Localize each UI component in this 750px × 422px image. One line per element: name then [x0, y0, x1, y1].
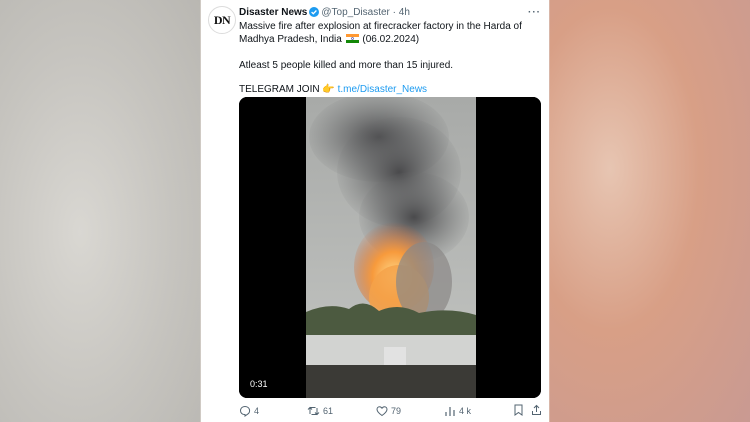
- video-duration: 0:31: [247, 378, 271, 390]
- tweet-date: (06.02.2024): [362, 34, 420, 45]
- reply-icon: [239, 405, 251, 417]
- pointing-hand-icon: 👉: [322, 84, 335, 95]
- reply-count: 4: [254, 406, 260, 416]
- like-button[interactable]: 79: [376, 404, 401, 418]
- view-count: 4 k: [459, 406, 472, 416]
- like-count: 79: [391, 406, 402, 416]
- retweet-button[interactable]: 61: [307, 404, 333, 418]
- display-name[interactable]: Disaster News: [239, 7, 307, 18]
- telegram-link[interactable]: t.me/Disaster_News: [338, 84, 427, 95]
- india-flag-icon: [345, 34, 359, 43]
- retweet-icon: [307, 406, 320, 416]
- retweet-count: 61: [323, 406, 334, 416]
- avatar[interactable]: DN: [208, 6, 236, 34]
- tweet-header: Disaster News @Top_Disaster · 4h ···: [239, 6, 541, 20]
- video-player[interactable]: 0:31: [239, 97, 541, 398]
- tweet-text-line2: Atleast 5 people killed and more than 15…: [239, 60, 454, 71]
- tweet-card: DN Disaster News @Top_Disaster · 4h ··· M…: [201, 0, 549, 422]
- views-icon: [445, 407, 455, 416]
- telegram-label: TELEGRAM JOIN: [239, 84, 320, 95]
- handle[interactable]: @Top_Disaster: [321, 7, 390, 18]
- more-options-button[interactable]: ···: [528, 6, 541, 20]
- bookmark-button[interactable]: [513, 404, 524, 416]
- video-frame: [239, 97, 541, 398]
- like-icon: [376, 406, 388, 417]
- tweet-text: Massive fire after explosion at firecrac…: [239, 20, 541, 96]
- share-button[interactable]: [531, 404, 542, 416]
- share-icon: [532, 404, 541, 415]
- timestamp[interactable]: 4h: [399, 7, 410, 18]
- action-bar: 4 61 79 4 k: [239, 404, 545, 418]
- reply-button[interactable]: 4: [239, 404, 259, 418]
- background-left: [0, 0, 200, 422]
- background-right: [550, 0, 750, 422]
- bookmark-icon: [514, 404, 523, 416]
- views-button[interactable]: 4 k: [444, 404, 471, 418]
